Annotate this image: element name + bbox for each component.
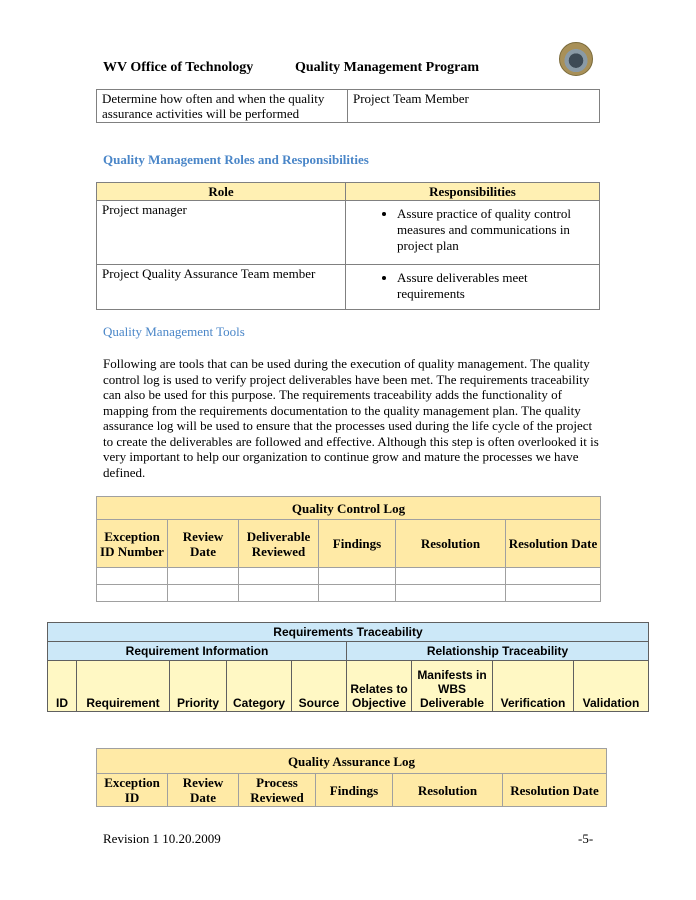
role-cell: Project manager (96, 200, 346, 265)
column-header: Resolution (395, 519, 506, 568)
column-header: Source (291, 660, 347, 712)
column-header: Review Date (167, 773, 239, 807)
tools-paragraph: Following are tools that can be used dur… (103, 356, 599, 480)
column-header: Exception ID (96, 773, 168, 807)
roles-table: Role Responsibilities Project manager As… (96, 182, 600, 310)
header-org: WV Office of Technology (103, 60, 254, 75)
table-row: Project manager Assure practice of quali… (96, 200, 600, 265)
column-header: Priority (169, 660, 227, 712)
column-header-responsibilities: Responsibilities (345, 182, 600, 201)
column-header: Requirement (76, 660, 170, 712)
column-header: Category (226, 660, 292, 712)
qcl-title: Quality Control Log (96, 496, 601, 520)
column-header: Resolution Date (502, 773, 607, 807)
column-header: Validation (573, 660, 649, 712)
column-header: Verification (492, 660, 574, 712)
tools-section-title: Quality Management Tools (103, 324, 245, 339)
activity-cell: Determine how often and when the quality… (96, 89, 348, 123)
qal-title: Quality Assurance Log (96, 748, 607, 774)
column-header: Manifests in WBS Deliverable (411, 660, 493, 712)
responsibility-cell: Assure deliverables meet requirements (345, 264, 600, 310)
rt-group-relationship-traceability: Relationship Traceability (346, 641, 649, 661)
quality-control-log-table: Quality Control Log Exception ID Number … (96, 496, 601, 602)
quality-assurance-log-table: Quality Assurance Log Exception ID Revie… (96, 748, 607, 807)
column-header: Findings (318, 519, 396, 568)
column-header: Exception ID Number (96, 519, 168, 568)
roles-section-title: Quality Management Roles and Responsibil… (103, 152, 369, 167)
footer-revision: Revision 1 10.20.2009 (103, 831, 221, 846)
responsibility-cell: Assure practice of quality control measu… (345, 200, 600, 265)
rt-title: Requirements Traceability (47, 622, 649, 642)
activities-table-continued: Determine how often and when the quality… (96, 89, 600, 123)
footer-page-number: -5- (578, 831, 594, 846)
responsible-cell: Project Team Member (347, 89, 600, 123)
requirements-traceability-table: Requirements Traceability Requirement In… (47, 622, 649, 712)
column-header: Process Reviewed (238, 773, 316, 807)
rt-group-requirement-information: Requirement Information (47, 641, 347, 661)
table-row: Project Quality Assurance Team member As… (96, 264, 600, 310)
column-header: ID (47, 660, 77, 712)
state-seal-icon (559, 42, 593, 76)
column-header: Review Date (167, 519, 239, 568)
header-program-title: Quality Management Program (295, 60, 480, 75)
column-header: Relates to Objective (346, 660, 412, 712)
column-header: Resolution (392, 773, 503, 807)
table-row: Determine how often and when the quality… (96, 89, 600, 123)
responsibility-bullet: Assure practice of quality control measu… (397, 206, 594, 254)
column-header: Findings (315, 773, 393, 807)
role-cell: Project Quality Assurance Team member (96, 264, 346, 310)
column-header: Resolution Date (505, 519, 601, 568)
table-row (96, 567, 601, 585)
column-header-role: Role (96, 182, 346, 201)
responsibility-bullet: Assure deliverables meet requirements (397, 270, 594, 302)
column-header: Deliverable Reviewed (238, 519, 319, 568)
table-row (96, 584, 601, 602)
